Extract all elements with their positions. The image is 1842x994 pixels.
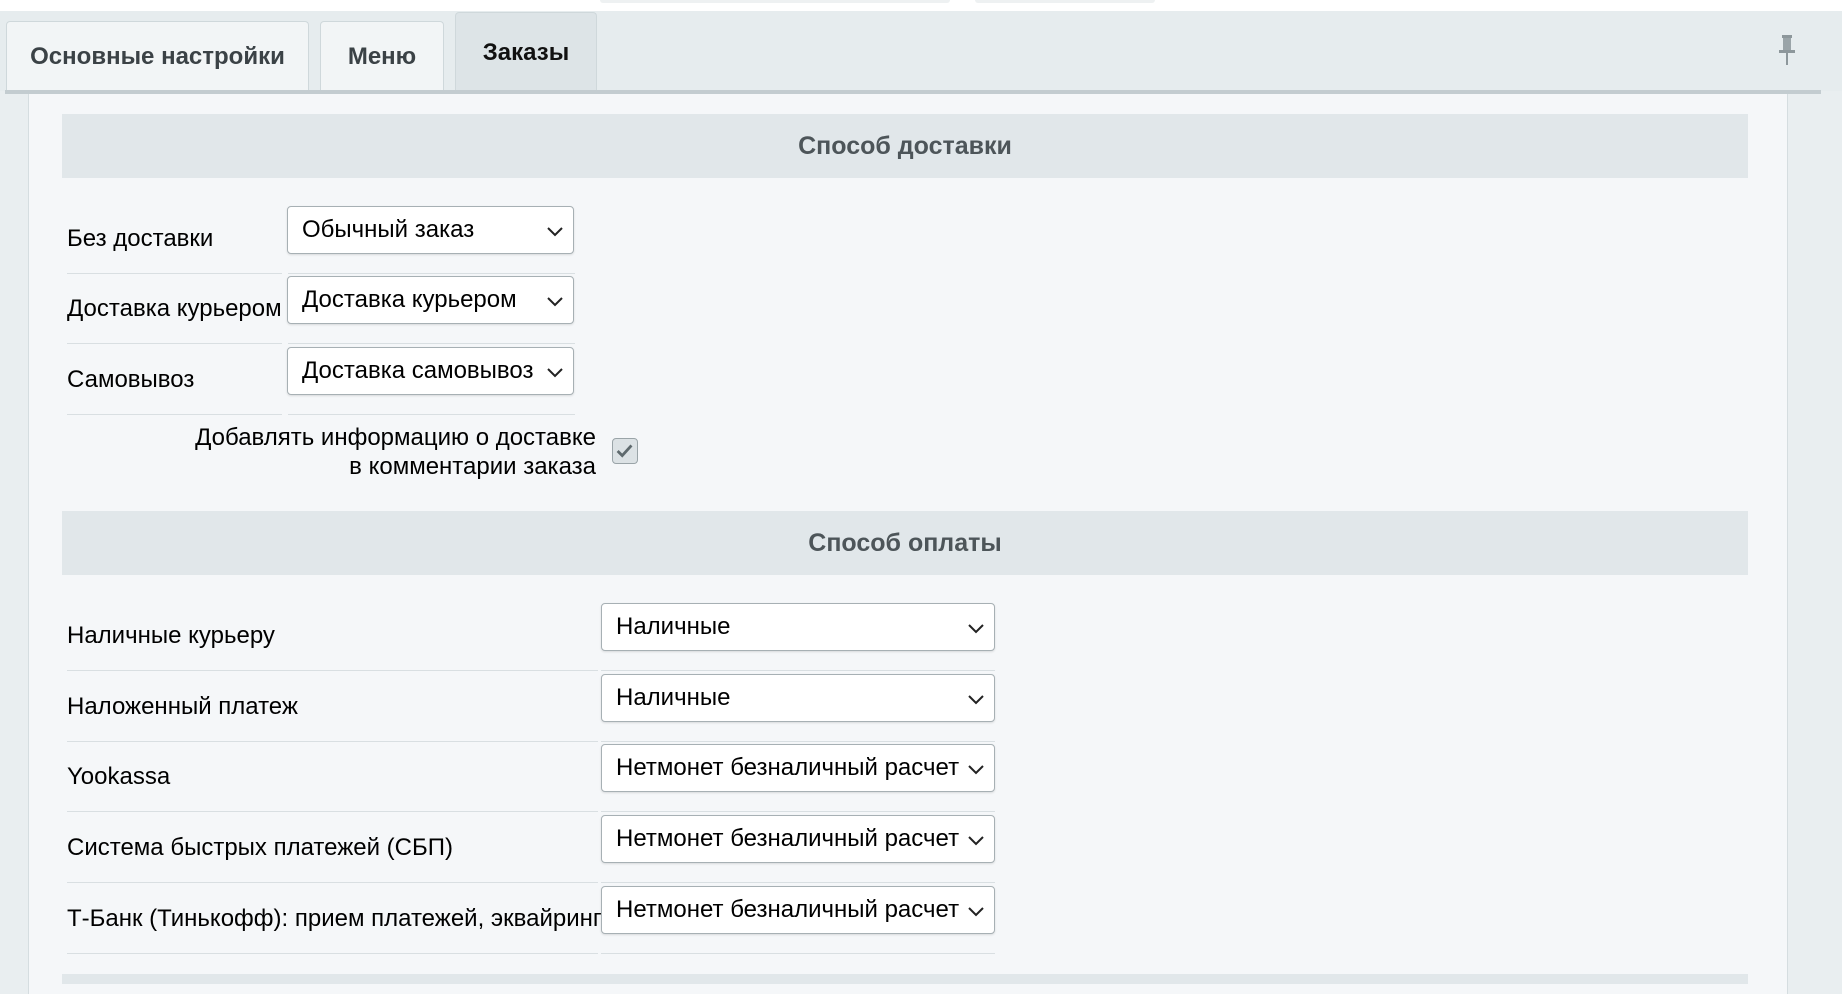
select-value: Обычный заказ bbox=[302, 216, 475, 243]
row-divider bbox=[67, 343, 282, 344]
row-divider bbox=[67, 811, 598, 812]
tab-menu[interactable]: Меню bbox=[320, 21, 444, 91]
delivery-select-none[interactable]: Обычный заказ bbox=[287, 206, 574, 254]
delivery-row-label: Доставка курьером bbox=[67, 295, 282, 322]
delivery-row-label: Самовывоз bbox=[67, 366, 195, 393]
select-value: Доставка самовывоз bbox=[302, 357, 534, 384]
delivery-section-header: Способ доставки bbox=[62, 114, 1748, 178]
next-section-header bbox=[62, 974, 1748, 984]
chevron-down-icon bbox=[547, 297, 563, 307]
payment-row: Наличные курьеру Наличные bbox=[67, 601, 995, 671]
payment-row-label: Система быстрых платежей (СБП) bbox=[67, 834, 453, 861]
payment-select-cash-courier[interactable]: Наличные bbox=[601, 603, 995, 651]
row-divider bbox=[67, 670, 598, 671]
select-value: Наличные bbox=[616, 684, 731, 711]
chevron-down-icon bbox=[547, 227, 563, 237]
delivery-comment-checkbox[interactable] bbox=[612, 438, 638, 464]
payment-row-label: Наложенный платеж bbox=[67, 693, 298, 720]
delivery-row-label: Без доставки bbox=[67, 225, 214, 252]
row-divider bbox=[601, 953, 995, 954]
payment-row-label: Yookassa bbox=[67, 763, 171, 790]
chevron-down-icon bbox=[968, 624, 984, 634]
chevron-down-icon bbox=[968, 765, 984, 775]
payment-section-header: Способ оплаты bbox=[62, 511, 1748, 575]
delivery-comment-label-line1: Добавлять информацию о доставке bbox=[195, 424, 596, 451]
payment-section-title: Способ оплаты bbox=[808, 528, 1002, 557]
top-strip-shape bbox=[600, 0, 950, 3]
chevron-down-icon bbox=[968, 907, 984, 917]
payment-row: Система быстрых платежей (СБП) Нетмонет … bbox=[67, 813, 995, 883]
row-divider bbox=[67, 414, 282, 415]
payment-select-tbank[interactable]: Нетмонет безналичный расчет bbox=[601, 886, 995, 934]
row-divider bbox=[67, 953, 598, 954]
select-value: Нетмонет безналичный расчет bbox=[616, 896, 960, 923]
delivery-select-pickup[interactable]: Доставка самовывоз bbox=[287, 347, 574, 395]
chevron-down-icon bbox=[547, 368, 563, 378]
select-value: Наличные bbox=[616, 613, 731, 640]
delivery-row: Без доставки Обычный заказ bbox=[67, 204, 575, 274]
top-strip-shape bbox=[975, 0, 1155, 3]
tab-main-settings[interactable]: Основные настройки bbox=[6, 21, 309, 91]
payment-select-yookassa[interactable]: Нетмонет безналичный расчет bbox=[601, 744, 995, 792]
tab-orders[interactable]: Заказы bbox=[455, 12, 597, 92]
check-icon bbox=[616, 444, 633, 458]
chevron-down-icon bbox=[968, 836, 984, 846]
row-divider bbox=[67, 882, 598, 883]
payment-row: Yookassa Нетмонет безналичный расчет bbox=[67, 742, 995, 812]
delivery-row: Самовывоз Доставка самовывоз bbox=[67, 345, 575, 415]
delivery-comment-label: Добавлять информацию о доставке в коммен… bbox=[76, 423, 596, 481]
payment-select-cod[interactable]: Наличные bbox=[601, 674, 995, 722]
select-value: Доставка курьером bbox=[302, 286, 517, 313]
payment-row: Т-Банк (Тинькофф): прием платежей, эквай… bbox=[67, 884, 995, 954]
row-divider bbox=[601, 811, 995, 812]
row-divider bbox=[288, 414, 575, 415]
payment-select-sbp[interactable]: Нетмонет безналичный расчет bbox=[601, 815, 995, 863]
row-divider bbox=[288, 343, 575, 344]
delivery-comment-label-line2: в комментарии заказа bbox=[349, 453, 596, 480]
chevron-down-icon bbox=[968, 695, 984, 705]
select-value: Нетмонет безналичный расчет bbox=[616, 754, 960, 781]
payment-row-label: Наличные курьеру bbox=[67, 622, 275, 649]
row-divider bbox=[601, 882, 995, 883]
delivery-select-courier[interactable]: Доставка курьером bbox=[287, 276, 574, 324]
payment-row: Наложенный платеж Наличные bbox=[67, 672, 995, 742]
delivery-section-title: Способ доставки bbox=[798, 131, 1012, 160]
payment-row-label: Т-Банк (Тинькофф): прием платежей, эквай… bbox=[67, 905, 602, 932]
delivery-row: Доставка курьером Доставка курьером bbox=[67, 274, 575, 344]
pin-icon[interactable] bbox=[1772, 31, 1802, 71]
row-divider bbox=[601, 670, 995, 671]
tab-bar: Основные настройки Меню Заказы bbox=[0, 11, 1842, 92]
select-value: Нетмонет безналичный расчет bbox=[616, 825, 960, 852]
